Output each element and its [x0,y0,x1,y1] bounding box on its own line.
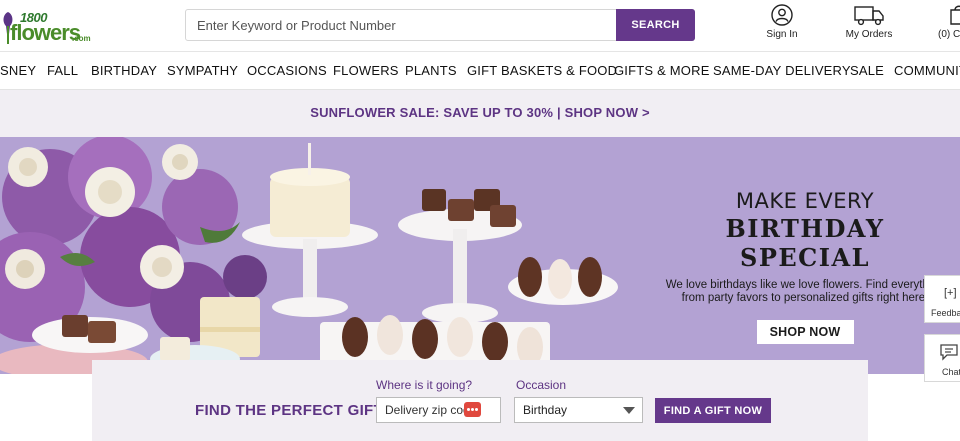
nav-item-sympathy[interactable]: SYMPATHY [167,63,238,78]
nav-item-birthday[interactable]: BIRTHDAY [91,63,157,78]
gift-finder-title: FIND THE PERFECT GIFT [195,402,383,419]
nav-item-sale[interactable]: SALE [850,63,884,78]
nav-item-disney[interactable]: SNEY [0,63,36,78]
hero-image[interactable] [0,137,660,374]
my-orders-label: My Orders [845,29,893,40]
truck-icon [854,6,884,26]
sign-in-link[interactable]: Sign In [765,4,799,40]
hero-heading-line2: BIRTHDAY SPECIAL [725,214,885,272]
nav-item-fall[interactable]: FALL [47,63,78,78]
logo-wordmark: flowers [10,20,81,45]
logo-suffix: .com [72,34,91,43]
password-manager-icon[interactable] [464,402,481,417]
cart-link[interactable]: (0) C [938,4,960,40]
nav-item-plants[interactable]: PLANTS [405,63,457,78]
brand-logo[interactable]: 1800 flowers .com [0,4,95,48]
sign-in-label: Sign In [766,29,798,40]
site-header: 1800 flowers .com SEARCH Sign In My Orde… [0,0,960,52]
feedback-label: Feedba [931,308,960,318]
promo-link[interactable]: SUNFLOWER SALE: SAVE UP TO 30% | SHOP NO… [310,105,650,120]
cart-icon [950,5,960,25]
my-orders-link[interactable]: My Orders [843,4,895,40]
occasion-label: Occasion [516,378,567,392]
nav-item-community[interactable]: COMMUNIT [894,63,960,78]
search-bar: SEARCH [185,9,695,41]
feedback-icon: [+] [944,287,957,299]
shop-now-button[interactable]: SHOP NOW [756,320,854,344]
main-nav: SNEY FALL BIRTHDAY SYMPATHY OCCASIONS FL… [0,52,960,90]
nav-item-same-day-delivery[interactable]: SAME-DAY DELIVERY [713,63,851,78]
chat-tab[interactable]: Chat [924,334,960,382]
chat-bubble-icon [940,344,958,361]
delivery-zip-field[interactable] [376,397,501,423]
nav-item-gift-baskets[interactable]: GIFT BASKETS & FOOD [467,63,617,78]
find-gift-button[interactable]: FIND A GIFT NOW [655,398,771,423]
where-label: Where is it going? [376,378,473,392]
occasion-select[interactable]: Birthday [514,397,643,423]
nav-item-flowers[interactable]: FLOWERS [333,63,399,78]
hero-heading-line1: MAKE EVERY [735,189,875,213]
gift-finder-panel: FIND THE PERFECT GIFT Where is it going?… [92,360,868,441]
nav-item-occasions[interactable]: OCCASIONS [247,63,327,78]
hero-text-block: MAKE EVERY BIRTHDAY SPECIAL We love birt… [660,189,950,344]
nav-item-gifts-more[interactable]: GIFTS & MORE [614,63,710,78]
promo-banner: SUNFLOWER SALE: SAVE UP TO 30% | SHOP NO… [0,90,960,137]
user-icon [771,4,793,26]
occasion-selected-value: Birthday [523,403,568,417]
chevron-down-icon [623,407,635,414]
chat-label: Chat [942,367,960,377]
search-input[interactable] [186,10,616,40]
search-button[interactable]: SEARCH [616,9,695,41]
hero-banner: MAKE EVERY BIRTHDAY SPECIAL We love birt… [0,137,960,374]
feedback-tab[interactable]: [+] Feedba [924,275,960,323]
hero-description: We love birthdays like we love flowers. … [665,279,945,304]
cart-label: (0) C [938,29,960,40]
